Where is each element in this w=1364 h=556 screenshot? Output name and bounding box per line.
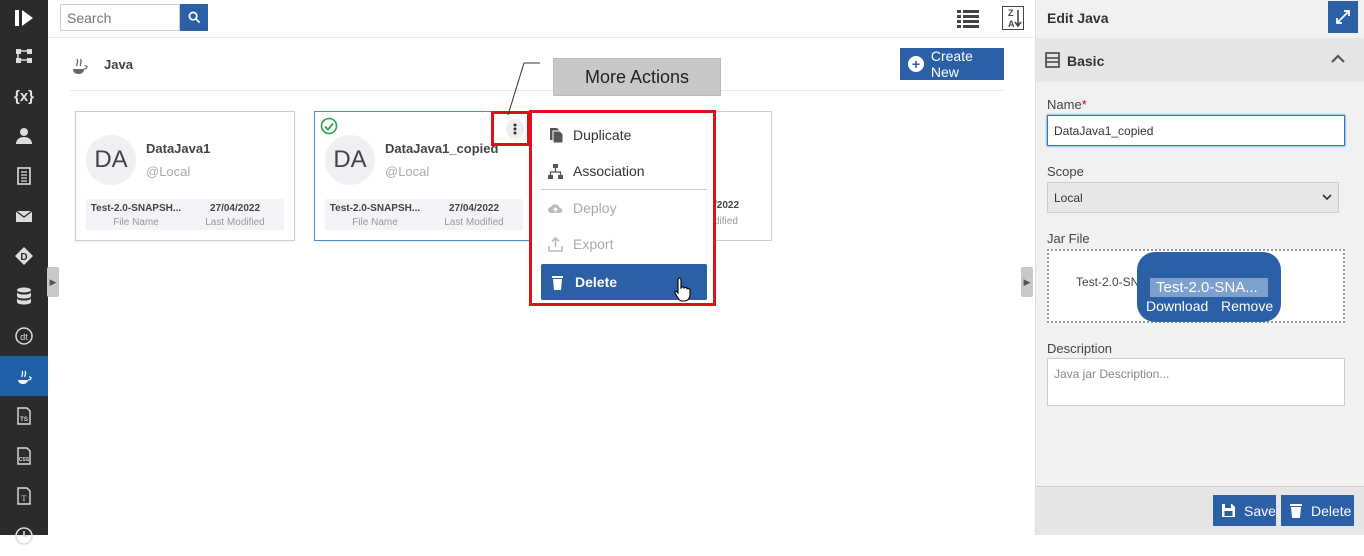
save-icon <box>1222 504 1235 517</box>
jar-popup-filename: Test-2.0-SNA... <box>1150 278 1268 297</box>
chevron-down-icon <box>1322 194 1332 201</box>
name-field[interactable]: DataJava1_copied <box>1047 115 1345 146</box>
card-scope: @Local <box>385 164 430 179</box>
download-link[interactable]: Download <box>1146 298 1208 314</box>
java-card-partial[interactable]: /2022 dified <box>714 111 772 241</box>
trash-icon <box>552 275 563 290</box>
database-icon[interactable] <box>0 276 48 316</box>
menu-item-duplicate[interactable]: Duplicate <box>541 117 707 153</box>
document-icon[interactable] <box>0 156 48 196</box>
delete-button[interactable]: Delete <box>1281 495 1354 526</box>
section-basic-header[interactable]: Basic <box>1036 38 1364 82</box>
export-icon <box>548 236 563 252</box>
mail-icon[interactable] <box>0 196 48 236</box>
jar-file-popup: Test-2.0-SNA... Download Remove <box>1137 252 1281 322</box>
context-menu-items: Duplicate Association Deploy Export Dele… <box>541 117 707 300</box>
name-label: Name* <box>1047 97 1087 112</box>
create-new-label: Create New <box>930 48 973 80</box>
file-name-value: Test-2.0-SNAPSH... <box>329 203 421 214</box>
clock-icon[interactable] <box>0 516 48 556</box>
expand-icon <box>1336 10 1350 24</box>
hand-cursor-icon <box>674 277 691 302</box>
menu-item-deploy: Deploy <box>541 190 707 226</box>
save-button[interactable]: Save <box>1213 495 1276 526</box>
card-name: DataJava1 <box>146 141 211 156</box>
chevron-up-icon[interactable] <box>1330 52 1346 64</box>
collapse-arrow-icon: ▶ <box>49 276 57 287</box>
file-name-label: File Name <box>113 217 159 228</box>
svg-text:TS: TS <box>20 417 28 423</box>
collapse-arrow-icon: ▶ <box>1023 276 1031 287</box>
card-footer: Test-2.0-SNAPSH... 27/04/2022 File Name … <box>86 199 284 230</box>
section-title: Basic <box>1067 53 1105 69</box>
dt-icon[interactable]: dt <box>0 316 48 356</box>
file-name-label: File Name <box>352 217 398 228</box>
svg-text:CSS: CSS <box>19 457 30 463</box>
plus-icon: + <box>908 56 924 72</box>
svg-text:dt: dt <box>20 332 28 342</box>
svg-text:Z: Z <box>1008 8 1014 18</box>
menu-item-association[interactable]: Association <box>541 153 707 189</box>
panel-footer: Save Delete <box>1036 486 1364 535</box>
jar-file-name: Test-2.0-SN <box>1076 275 1140 289</box>
last-modified-value: /2022 <box>714 200 740 211</box>
callout-leader-line <box>507 62 540 116</box>
last-modified-value: 27/04/2022 <box>448 203 500 214</box>
java-icon[interactable] <box>0 356 48 396</box>
file-name-value: Test-2.0-SNAPSH... <box>90 203 182 214</box>
scope-label: Scope <box>1047 164 1084 179</box>
collapse-left-handle[interactable]: ▶ <box>47 267 59 297</box>
svg-text:D: D <box>20 252 27 263</box>
last-modified-label: dified <box>714 216 738 227</box>
avatar: DA <box>325 135 375 185</box>
diamond-d-icon[interactable]: D <box>0 236 48 276</box>
association-icon <box>548 163 563 179</box>
jar-file-label: Jar File <box>1047 231 1090 246</box>
java-card[interactable]: DA DataJava1 @Local Test-2.0-SNAPSH... 2… <box>75 111 295 241</box>
description-field[interactable]: Java jar Description... <box>1047 358 1345 406</box>
expand-button[interactable] <box>1328 1 1358 33</box>
cloud-upload-icon <box>548 203 563 213</box>
sort-az-icon[interactable]: ZA <box>1002 6 1024 30</box>
card-footer: Test-2.0-SNAPSH... 27/04/2022 File Name … <box>325 199 523 230</box>
form-icon <box>1045 52 1060 68</box>
scope-select[interactable]: Local <box>1047 182 1339 213</box>
create-new-button[interactable]: + Create New <box>900 48 1004 80</box>
last-modified-label: Last Modified <box>205 217 265 228</box>
svg-text:T: T <box>22 494 27 503</box>
trash-icon <box>1290 503 1302 518</box>
list-view-icon[interactable] <box>956 8 980 30</box>
description-label: Description <box>1047 341 1113 356</box>
menu-item-export: Export <box>541 226 707 262</box>
text-file-icon[interactable]: T <box>0 476 48 516</box>
duplicate-icon <box>550 127 564 143</box>
css-file-icon[interactable]: CSS <box>0 436 48 476</box>
ts-file-icon[interactable]: TS <box>0 396 48 436</box>
edit-panel: Edit Java Basic Name* DataJava1_copied S… <box>1035 0 1364 535</box>
card-scope: @Local <box>146 164 191 179</box>
last-modified-label: Last Modified <box>444 217 504 228</box>
svg-text:A: A <box>1008 19 1015 29</box>
card-name: DataJava1_copied <box>385 141 499 156</box>
avatar: DA <box>86 135 136 185</box>
collapse-right-handle[interactable]: ▶ <box>1021 267 1033 297</box>
remove-link[interactable]: Remove <box>1221 298 1273 314</box>
panel-title: Edit Java <box>1047 10 1109 26</box>
more-actions-callout: More Actions <box>553 58 721 96</box>
last-modified-value: 27/04/2022 <box>209 203 261 214</box>
